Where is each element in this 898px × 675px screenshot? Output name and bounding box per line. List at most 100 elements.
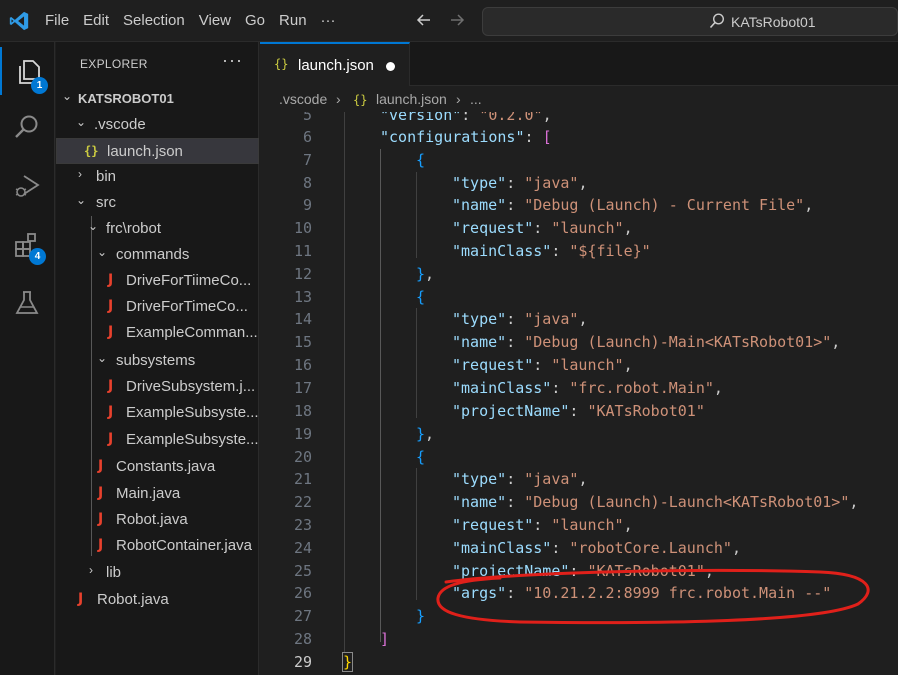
java-file-icon: J: [98, 485, 104, 501]
tree-file-java[interactable]: J DriveForTimeCo...: [56, 294, 259, 320]
tree-folder-vscode[interactable]: ⌄ .vscode: [56, 112, 259, 138]
tree-folder-src[interactable]: ⌄ src: [56, 190, 259, 216]
arrow-right-icon[interactable]: [448, 11, 466, 29]
breadcrumb-file[interactable]: launch.json: [376, 91, 447, 107]
chevron-right-icon: ›: [78, 167, 82, 181]
code-line: 14 "type": "java",: [293, 310, 588, 328]
code-line-current: 29 }: [293, 652, 354, 672]
tree-item-label: subsystems: [116, 352, 196, 369]
code-line: 9 "name": "Debug (Launch) - Current File…: [302, 196, 814, 214]
tree-item-label: Robot.java: [116, 511, 188, 528]
tree-item-label: frc\robot: [106, 220, 162, 237]
chevron-down-icon: ⌄: [76, 193, 87, 207]
tree-file-java[interactable]: J Robot.java: [56, 507, 259, 533]
unsaved-dot-icon[interactable]: [386, 62, 395, 71]
tree-item-label: ExampleComman...: [126, 324, 258, 341]
code-line: 8 "type": "java",: [302, 174, 588, 192]
menu-run[interactable]: Run: [272, 8, 314, 34]
tab-launch-json[interactable]: {} launch.json: [260, 42, 410, 86]
java-file-icon: J: [108, 272, 114, 288]
editor-tab-bar: {} launch.json: [260, 42, 898, 86]
breadcrumb-separator: ›: [456, 91, 461, 107]
breadcrumb-more[interactable]: ...: [470, 91, 482, 107]
java-file-icon: J: [108, 298, 114, 314]
extensions-view-button[interactable]: 4: [0, 220, 55, 268]
tree-file-java[interactable]: J ExampleSubsyste...: [56, 427, 259, 453]
chevron-right-icon: ›: [89, 563, 93, 577]
tree-root-folder[interactable]: ⌄ KATSROBOT01: [56, 86, 259, 112]
tree-file-java[interactable]: J Constants.java: [56, 454, 259, 480]
code-line: 5 "version": "0.2.0",: [302, 112, 552, 124]
tree-file-java[interactable]: J Robot.java: [56, 587, 259, 613]
code-line: 10 "request": "launch",: [293, 219, 633, 237]
java-file-icon: J: [108, 404, 114, 420]
tree-file-java[interactable]: J RobotContainer.java: [56, 533, 259, 559]
tree-file-java[interactable]: J ExampleComman...: [56, 320, 259, 346]
tree-item-label: Main.java: [116, 485, 181, 502]
breadcrumb: .vscode › {} launch.json › ...: [260, 86, 898, 112]
java-file-icon: J: [108, 324, 114, 340]
tree-folder-lib[interactable]: › lib: [56, 560, 259, 586]
menu-view[interactable]: View: [192, 8, 238, 34]
tree-file-java[interactable]: J DriveForTiimeCo...: [56, 268, 259, 294]
code-line: 28 ]: [293, 630, 390, 648]
code-line-args: 26 "args": "10.21.2.2:8999 frc.robot.Mai…: [293, 584, 832, 602]
command-center-search[interactable]: KATsRobot01: [482, 7, 898, 36]
tree-item-label: ExampleSubsyste...: [126, 404, 259, 421]
menu-bar: File Edit Selection View Go Run ···: [38, 0, 343, 42]
menu-edit[interactable]: Edit: [76, 8, 116, 34]
tree-item-label: .vscode: [94, 116, 146, 133]
tree-item-label: DriveSubsystem.j...: [126, 378, 256, 395]
tree-folder-bin[interactable]: › bin: [56, 164, 259, 190]
tree-file-launch-json[interactable]: {} launch.json: [56, 138, 259, 164]
code-line: 15 "name": "Debug (Launch)-Main<KATsRobo…: [293, 333, 841, 351]
breadcrumb-folder[interactable]: .vscode: [279, 91, 327, 107]
search-icon: [15, 115, 38, 138]
tree-item-label: Robot.java: [97, 591, 169, 608]
chevron-down-icon: ⌄: [62, 89, 73, 103]
tree-file-java[interactable]: J DriveSubsystem.j...: [56, 374, 259, 400]
breadcrumb-separator: ›: [336, 91, 341, 107]
code-line: 22 "name": "Debug (Launch)-Launch<KATsRo…: [293, 493, 859, 511]
root-folder-label: KATSROBOT01: [78, 91, 174, 106]
vscode-logo-icon[interactable]: [8, 10, 30, 32]
java-file-icon: J: [98, 458, 104, 474]
arrow-left-icon[interactable]: [415, 11, 433, 29]
tree-file-java[interactable]: J ExampleSubsyste...: [56, 400, 259, 426]
code-line: 11 "mainClass": "${file}": [293, 242, 651, 260]
code-line: 21 "type": "java",: [293, 470, 588, 488]
tree-folder-commands[interactable]: ⌄ commands: [56, 242, 259, 268]
menu-go[interactable]: Go: [238, 8, 272, 34]
tree-item-label: DriveForTiimeCo...: [126, 272, 252, 289]
code-line: 20 {: [293, 448, 426, 466]
search-view-button[interactable]: [0, 103, 55, 151]
menu-file[interactable]: File: [38, 8, 76, 34]
extensions-badge: 4: [29, 248, 46, 265]
tree-folder-frc-robot[interactable]: ⌄ frc\robot: [56, 216, 259, 242]
java-file-icon: J: [78, 591, 84, 607]
tree-item-label: launch.json: [107, 143, 183, 160]
run-debug-icon: [15, 175, 40, 197]
tree-file-java[interactable]: J Main.java: [56, 481, 259, 507]
menu-more[interactable]: ···: [314, 8, 343, 34]
explorer-title: EXPLORER: [80, 57, 148, 71]
search-text: KATsRobot01: [731, 14, 816, 30]
code-line: 19 },: [293, 425, 435, 443]
testing-view-button[interactable]: [0, 278, 55, 326]
json-file-icon: {}: [274, 57, 289, 71]
tree-item-label: lib: [106, 564, 122, 581]
code-line: 27 }: [293, 607, 426, 625]
code-editor[interactable]: 5 "version": "0.2.0", 6 "configurations"…: [260, 112, 898, 675]
explorer-more-actions-button[interactable]: ···: [222, 50, 243, 71]
tree-item-label: ExampleSubsyste...: [126, 431, 259, 448]
title-bar: File Edit Selection View Go Run ··· KATs…: [0, 0, 898, 42]
tree-folder-subsystems[interactable]: ⌄ subsystems: [56, 348, 259, 374]
tree-item-label: RobotContainer.java: [116, 537, 252, 554]
chevron-down-icon: ⌄: [97, 245, 108, 259]
menu-selection[interactable]: Selection: [116, 8, 192, 34]
explorer-view-button[interactable]: 1: [0, 47, 55, 95]
run-debug-view-button[interactable]: [0, 161, 55, 209]
code-line: 16 "request": "launch",: [293, 356, 633, 374]
code-line: 12 },: [293, 265, 435, 283]
tree-item-label: src: [96, 194, 116, 211]
